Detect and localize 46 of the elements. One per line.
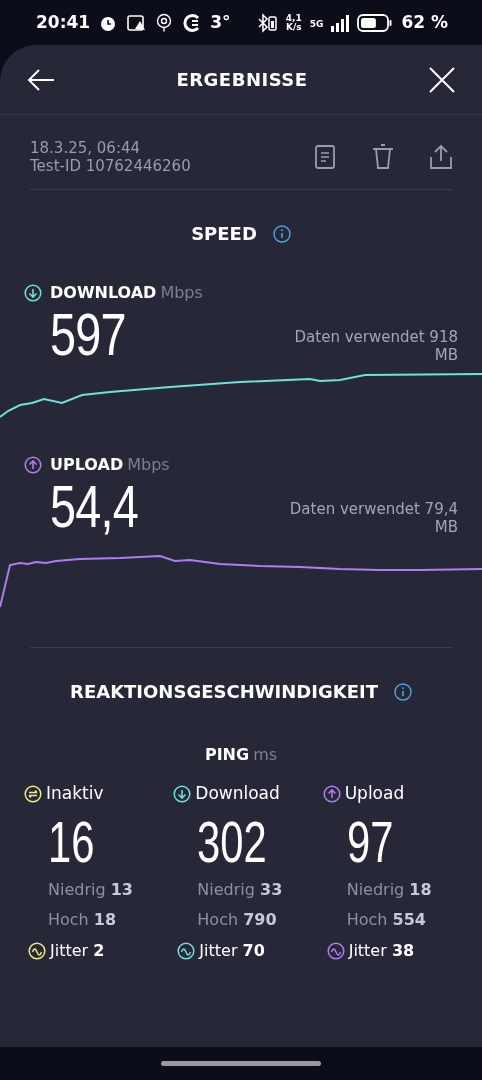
high-value: Hoch 790 xyxy=(197,908,278,931)
jitter-value: Jitter 70 xyxy=(199,939,265,962)
speed-value: 54,4 xyxy=(50,477,138,537)
jitter-value: Jitter 2 xyxy=(50,939,105,962)
status-temperature: 3° xyxy=(210,10,231,34)
image-icon xyxy=(126,12,147,33)
ping-label: PING xyxy=(204,744,250,766)
test-id: Test-ID 10762446260 xyxy=(30,157,192,175)
data-used-text: Daten verwendet 918 MB xyxy=(293,327,458,365)
network-speed: 4,1 K/s xyxy=(285,13,302,32)
section-title: REAKTIONSGESCHWINDIGKEIT xyxy=(70,680,378,704)
jitter-icon xyxy=(28,941,46,960)
section-title: SPEED xyxy=(191,222,257,246)
signal-icon xyxy=(331,13,350,32)
speed-label: DOWNLOAD xyxy=(50,282,157,304)
download-icon xyxy=(24,284,42,302)
info-button[interactable] xyxy=(393,682,412,701)
bluetooth-battery-icon xyxy=(255,12,278,33)
data-used-text: Daten verwendet 79,4 MB xyxy=(288,499,458,537)
battery-icon xyxy=(357,12,394,33)
jitter-icon xyxy=(326,941,345,960)
high-value: Hoch 554 xyxy=(346,908,427,931)
battery-percentage: 62 % xyxy=(401,10,448,34)
speed-label: UPLOAD xyxy=(50,454,124,476)
low-value: Niedrig 18 xyxy=(346,878,433,901)
ping-value: 302 xyxy=(197,812,267,871)
status-time: 20:41 xyxy=(36,10,91,34)
high-value: Hoch 18 xyxy=(48,908,118,931)
unit-label: Mbps xyxy=(127,454,170,476)
network-type: 5G xyxy=(309,17,324,31)
low-value: Niedrig 13 xyxy=(48,878,134,901)
upload-icon xyxy=(24,456,42,474)
ping-type-label: Upload xyxy=(344,782,405,805)
ping-type-label: Inaktiv xyxy=(46,782,104,805)
jitter-value: Jitter 38 xyxy=(348,939,415,962)
test-date: 18.3.25, 06:44 xyxy=(30,139,142,157)
unit-label: ms xyxy=(253,744,278,766)
speed-value: 597 xyxy=(50,305,126,365)
info-button[interactable] xyxy=(272,224,291,243)
page-title: ERGEBNISSE xyxy=(176,68,308,92)
ping-value: 97 xyxy=(346,812,394,871)
jitter-icon xyxy=(177,941,196,960)
unit-label: Mbps xyxy=(160,282,203,304)
low-value: Niedrig 33 xyxy=(197,878,284,901)
ping-type-label: Download xyxy=(195,782,280,805)
ping-value: 16 xyxy=(48,812,95,871)
